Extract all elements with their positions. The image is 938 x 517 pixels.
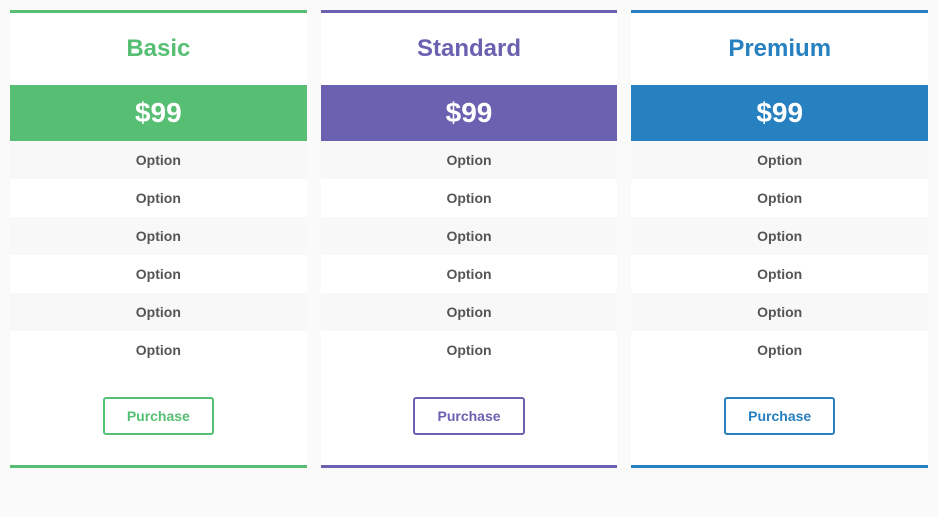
plan-option: Option [321,217,618,255]
plan-title: Premium [641,35,918,63]
plan-option: Option [10,217,307,255]
plan-options: Option Option Option Option Option Optio… [321,141,618,369]
plan-price: $99 [10,85,307,141]
plan-option: Option [10,331,307,369]
plan-option: Option [10,179,307,217]
plan-price: $99 [631,85,928,141]
plan-option: Option [631,179,928,217]
plan-option: Option [10,293,307,331]
plan-option: Option [321,141,618,179]
purchase-button[interactable]: Purchase [724,397,835,435]
plan-title: Basic [20,35,297,63]
plan-title: Standard [331,35,608,63]
plan-option: Option [631,141,928,179]
card-header: Basic [10,13,307,85]
plan-option: Option [631,255,928,293]
plan-option: Option [321,255,618,293]
plan-options: Option Option Option Option Option Optio… [10,141,307,369]
pricing-card-premium: Premium $99 Option Option Option Option … [631,10,928,468]
plan-option: Option [321,179,618,217]
card-footer: Purchase [10,369,307,465]
card-footer: Purchase [321,369,618,465]
plan-option: Option [631,217,928,255]
purchase-button[interactable]: Purchase [413,397,524,435]
plan-option: Option [321,331,618,369]
purchase-button[interactable]: Purchase [103,397,214,435]
pricing-card-standard: Standard $99 Option Option Option Option… [321,10,618,468]
pricing-card-basic: Basic $99 Option Option Option Option Op… [10,10,307,468]
plan-option: Option [321,293,618,331]
card-header: Premium [631,13,928,85]
plan-option: Option [631,293,928,331]
plan-price: $99 [321,85,618,141]
plan-option: Option [10,255,307,293]
pricing-table: Basic $99 Option Option Option Option Op… [10,10,928,468]
card-footer: Purchase [631,369,928,465]
plan-option: Option [631,331,928,369]
plan-options: Option Option Option Option Option Optio… [631,141,928,369]
plan-option: Option [10,141,307,179]
card-header: Standard [321,13,618,85]
